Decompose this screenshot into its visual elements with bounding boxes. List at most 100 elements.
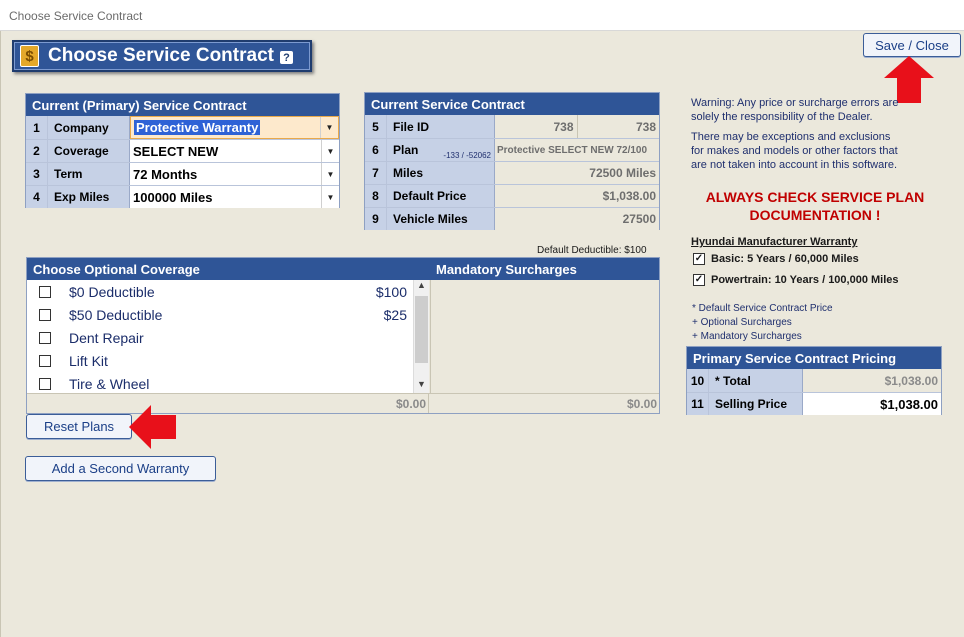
plan-value: Protective SELECT NEW 72/100 [495,139,659,161]
option-label: Lift Kit [69,352,108,369]
page-title: Choose Service Contract [48,45,274,66]
mandatory-total: $0.00 [626,397,657,411]
default-deductible-note: Default Deductible: $100 [537,245,647,256]
coverage-row: 2 Coverage SELECT NEW ▼ [26,139,339,162]
pricing-note: * Default Service Contract Price [692,303,833,314]
coverage-value: SELECT NEW [133,143,219,159]
row-number: 7 [365,162,387,184]
warning-line: Warning: Any price or surcharge errors a… [691,97,899,109]
company-row: 1 Company Protective Warranty ▼ [26,116,339,139]
row-number: 3 [26,163,48,185]
exp-miles-select[interactable]: 100000 Miles ▼ [130,186,339,208]
company-select[interactable]: Protective Warranty ▼ [130,116,339,139]
option-price: $100 [375,283,407,300]
reset-plans-button[interactable]: Reset Plans [26,414,132,439]
powertrain-warranty-row: ✓ Powertrain: 10 Years / 100,000 Miles [693,274,899,286]
miles-label: Miles [387,162,495,184]
coverage-totals-row: $0.00 $0.00 [27,393,659,413]
list-item[interactable]: Tire & Wheel [27,372,412,393]
term-value: 72 Months [133,166,198,182]
option-label: Tire & Wheel [69,375,150,392]
checkbox[interactable] [39,285,51,298]
warning-line: for makes and models or other factors th… [691,145,898,157]
mandatory-surcharges-list [430,280,659,393]
checked-checkbox-icon: ✓ [693,253,705,265]
checkbox[interactable] [39,377,51,390]
alert-line: DOCUMENTATION ! [749,207,881,223]
mandatory-surcharges-heading: Mandatory Surcharges [436,261,577,277]
window-title: Choose Service Contract [9,9,143,23]
help-icon[interactable]: ? [279,51,293,64]
total-value: $1,038.00 [803,369,941,392]
row-number: 2 [26,140,48,162]
optional-coverage-list[interactable]: $0 Deductible $100 $50 Deductible $25 De… [27,280,413,393]
reset-plans-label: Reset Plans [43,419,115,434]
row-number: 1 [26,116,48,139]
term-row: 3 Term 72 Months ▼ [26,162,339,185]
company-label: Company [48,116,130,139]
row-number: 5 [365,115,387,138]
list-item[interactable]: $50 Deductible $25 [27,303,412,326]
chevron-down-icon[interactable]: ▼ [321,163,339,185]
powertrain-warranty-label: Powertrain: 10 Years / 100,000 Miles [711,274,899,286]
save-close-label: Save / Close [875,37,949,53]
coverage-label: Coverage [48,140,130,162]
list-item[interactable]: Lift Kit [27,349,412,372]
pointer-arrow-left-icon [129,405,176,449]
pricing-note: + Mandatory Surcharges [692,331,802,342]
plan-label: Plan -133 / -52062 [387,139,495,161]
exp-miles-label: Exp Miles [48,186,130,208]
main-client-area: $ Choose Service Contract ? Save / Close… [0,31,964,637]
term-label: Term [48,163,130,185]
row-number: 8 [365,185,387,207]
alert-line: ALWAYS CHECK SERVICE PLAN [705,189,925,205]
plan-label-text: Plan [393,143,419,157]
file-id-row: 5 File ID 738 738 [365,115,659,138]
coverage-select[interactable]: SELECT NEW ▼ [130,140,339,162]
total-label: * Total [709,369,803,392]
option-label: $50 Deductible [69,306,163,323]
optional-total: $0.00 [27,394,429,413]
miles-value: 72500 Miles [495,162,659,184]
basic-warranty-label: Basic: 5 Years / 60,000 Miles [711,253,859,265]
page-title-banner: $ Choose Service Contract ? [12,40,312,72]
window-titlebar: Choose Service Contract [0,0,964,31]
basic-warranty-row: ✓ Basic: 5 Years / 60,000 Miles [693,253,859,265]
checkbox[interactable] [39,331,51,344]
option-price: $25 [383,306,407,323]
chevron-down-icon[interactable]: ▼ [320,117,338,138]
chevron-down-icon[interactable]: ▼ [321,186,339,208]
add-second-warranty-button[interactable]: Add a Second Warranty [25,456,216,481]
add-second-warranty-label: Add a Second Warranty [51,461,190,476]
scroll-up-icon[interactable]: ▲ [414,280,429,294]
checkbox[interactable] [39,354,51,367]
row-number: 10 [687,369,709,392]
dollar-icon: $ [20,45,39,67]
checkbox[interactable] [39,308,51,321]
warning-line: are not taken into account in this softw… [691,159,898,171]
scroll-down-icon[interactable]: ▼ [414,379,429,393]
optional-coverage-heading: Choose Optional Coverage [33,261,200,277]
exp-miles-row: 4 Exp Miles 100000 Miles ▼ [26,185,339,208]
warning-text: Warning: Any price or surcharge errors a… [691,96,898,172]
default-price-label: Default Price [387,185,495,207]
warning-line: There may be exceptions and exclusions [691,131,891,143]
plan-row: 6 Plan -133 / -52062 Protective SELECT N… [365,138,659,161]
list-item[interactable]: Dent Repair [27,326,412,349]
pricing-note: + Optional Surcharges [692,317,792,328]
documentation-alert: ALWAYS CHECK SERVICE PLAN DOCUMENTATION … [687,188,943,224]
scrollbar-thumb[interactable] [415,296,428,363]
checked-checkbox-icon: ✓ [693,274,705,286]
chevron-down-icon[interactable]: ▼ [321,140,339,162]
list-item[interactable]: $0 Deductible $100 [27,280,412,303]
file-id-label: File ID [387,115,495,138]
primary-pricing-panel: Primary Service Contract Pricing 10 * To… [686,346,942,415]
warning-line: solely the responsibility of the Dealer. [691,111,873,123]
optional-list-scrollbar[interactable]: ▲ ▼ [413,280,429,393]
term-select[interactable]: 72 Months ▼ [130,163,339,185]
primary-pricing-heading: Primary Service Contract Pricing [687,347,941,369]
selling-price-input[interactable]: $1,038.00 [803,393,941,415]
vehicle-miles-row: 9 Vehicle Miles 27500 [365,207,659,230]
file-id-value: 738 [495,115,578,138]
save-close-button[interactable]: Save / Close [863,33,961,57]
